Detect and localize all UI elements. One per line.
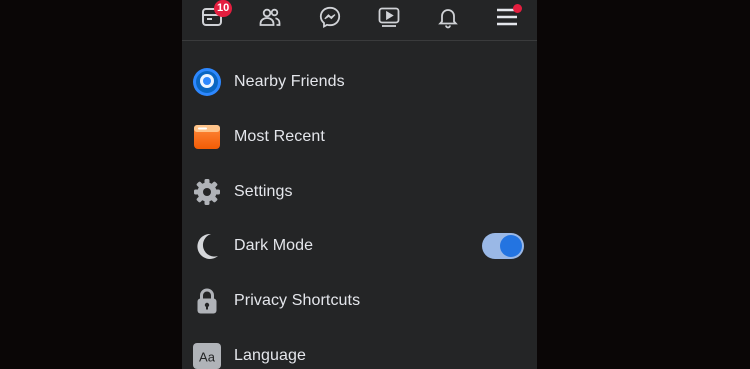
menu-item-language[interactable]: Aa Language bbox=[182, 331, 537, 369]
menu-item-label: Settings bbox=[234, 183, 293, 200]
menu-item-settings[interactable]: Settings bbox=[182, 167, 537, 217]
language-icon: Aa bbox=[192, 341, 222, 369]
nearby-friends-icon bbox=[192, 67, 222, 97]
menu-item-label: Nearby Friends bbox=[234, 73, 345, 90]
nav-notifications-button[interactable] bbox=[430, 2, 466, 32]
menu-item-label: Privacy Shortcuts bbox=[234, 292, 361, 309]
menu-notification-dot bbox=[513, 4, 522, 13]
most-recent-icon bbox=[192, 122, 222, 152]
menu-item-most-recent[interactable]: Most Recent bbox=[182, 112, 537, 162]
lock-icon bbox=[192, 286, 222, 316]
settings-gear-icon bbox=[192, 177, 222, 207]
nav-feed-button[interactable]: 10 bbox=[194, 0, 233, 32]
moon-icon bbox=[192, 231, 222, 261]
toggle-knob bbox=[500, 235, 522, 257]
top-navbar: 10 bbox=[182, 0, 537, 41]
menu-item-nearby-friends[interactable]: Nearby Friends bbox=[182, 57, 537, 107]
messenger-icon bbox=[319, 6, 341, 29]
nav-messenger-button[interactable] bbox=[312, 2, 348, 32]
menu-item-label: Language bbox=[234, 347, 306, 364]
nav-friends-button[interactable] bbox=[252, 2, 288, 32]
nav-menu-button[interactable] bbox=[489, 2, 525, 32]
friends-icon bbox=[259, 8, 281, 26]
menu-item-label: Most Recent bbox=[234, 128, 325, 145]
bell-icon bbox=[438, 9, 458, 29]
notification-badge: 10 bbox=[214, 0, 233, 17]
dark-mode-toggle[interactable] bbox=[482, 233, 524, 259]
menu-item-label: Dark Mode bbox=[234, 237, 314, 254]
nav-watch-button[interactable] bbox=[371, 2, 407, 32]
app-screen: 10 Nearby Friends Most Recent Settings D… bbox=[182, 0, 537, 369]
watch-icon bbox=[378, 7, 400, 27]
menu-item-dark-mode[interactable]: Dark Mode bbox=[182, 221, 537, 271]
language-icon-text: Aa bbox=[199, 350, 216, 365]
menu-item-privacy-shortcuts[interactable]: Privacy Shortcuts bbox=[182, 276, 537, 326]
